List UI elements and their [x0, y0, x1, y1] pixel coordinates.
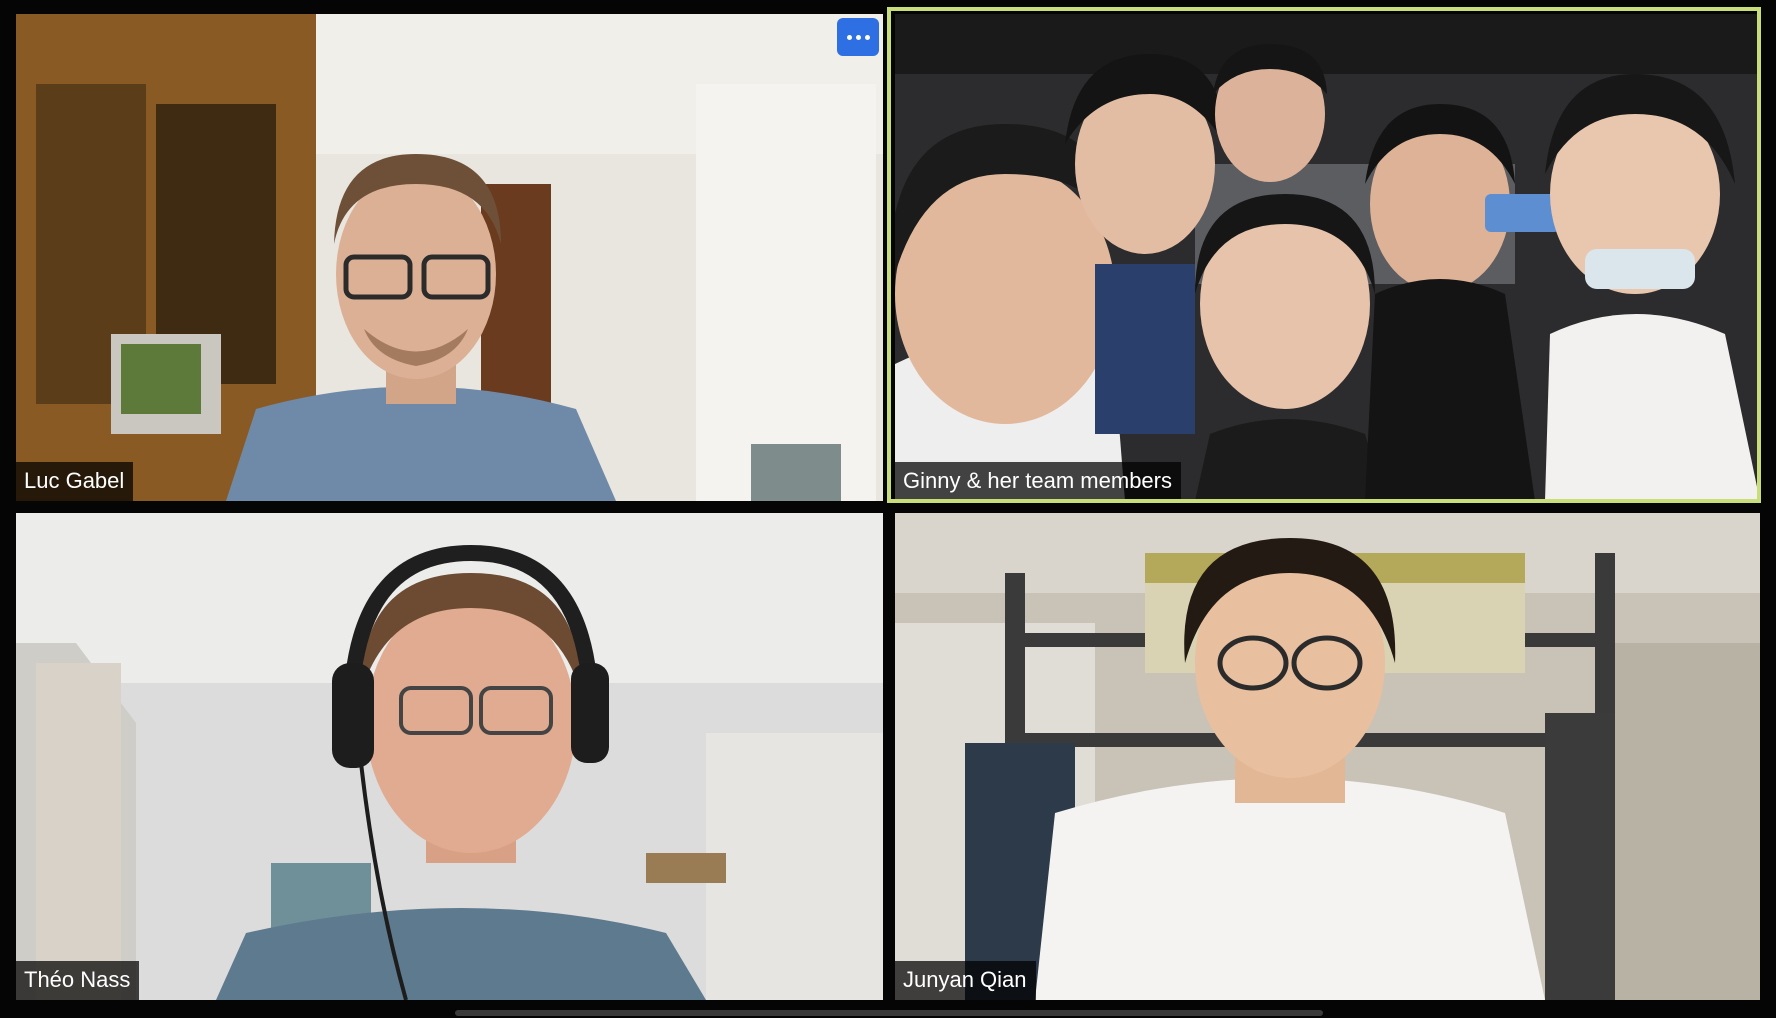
participant-name-label: Junyan Qian	[895, 961, 1036, 1000]
participant-video	[895, 14, 1760, 501]
horizontal-scrollbar[interactable]	[455, 1010, 1323, 1016]
participant-tile-junyan-qian[interactable]: Junyan Qian	[895, 513, 1760, 1000]
participant-video	[895, 513, 1760, 1000]
participant-video	[16, 513, 883, 1000]
participant-tile-luc-gabel[interactable]: Luc Gabel	[16, 14, 883, 501]
video-gallery: Luc Gabel Ginny & her team members Théo …	[0, 0, 1776, 1018]
more-options-button[interactable]	[837, 18, 879, 56]
participant-name-label: Luc Gabel	[16, 462, 134, 501]
participant-tile-theo-nass[interactable]: Théo Nass	[16, 513, 883, 1000]
participant-video	[16, 14, 883, 501]
participant-name-label: Théo Nass	[16, 961, 140, 1000]
participant-name-label: Ginny & her team members	[895, 462, 1181, 501]
ellipsis-icon	[846, 34, 870, 40]
participant-tile-ginny-team[interactable]: Ginny & her team members	[895, 14, 1760, 501]
